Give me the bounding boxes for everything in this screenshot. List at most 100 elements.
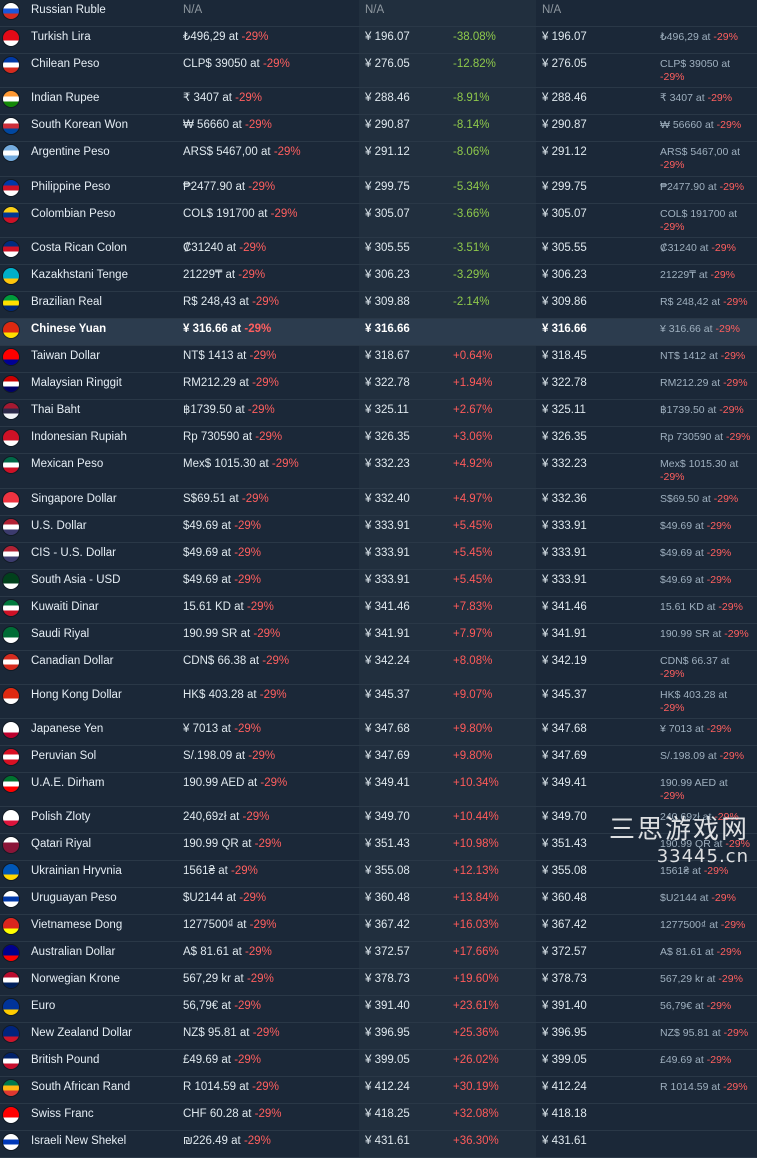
at-label: at (695, 1000, 704, 1012)
currency-name: Chilean Peso (31, 54, 179, 88)
price-difference: +36.30% (453, 1131, 536, 1158)
price-value: COL$ 191700 (183, 208, 255, 220)
discount-badge: -29% (262, 655, 289, 667)
table-row: Indian Rupee₹ 3407 at -29%¥ 288.46-8.91%… (0, 88, 757, 115)
flag-cell (0, 115, 31, 142)
flag-cell (0, 773, 31, 807)
watermark-text: 三思游戏网 (609, 809, 749, 846)
at-label: at (221, 723, 231, 735)
cny-price-alt: ¥ 347.69 (536, 746, 660, 773)
local-price: ₱2477.90 at -29% (179, 177, 359, 204)
price-difference: +9.07% (453, 685, 536, 719)
cny-value: ¥ 360.48 (365, 892, 410, 904)
flag-cell (0, 861, 31, 888)
cny-value: ¥ 326.35 (365, 431, 410, 443)
il-flag-icon (3, 1134, 19, 1150)
cny-price: ¥ 349.41 (359, 773, 453, 807)
cny-price-alt: ¥ 326.35 (536, 427, 660, 454)
table-row: Turkish Lira₺496,29 at -29%¥ 196.07-38.0… (0, 27, 757, 54)
watermark-url: 33445.cn (609, 846, 749, 867)
price-alt-value: 21229₸ (660, 269, 696, 281)
local-price-alt: ₱2477.90 at -29% (660, 177, 757, 204)
currency-name: Kuwaiti Dinar (31, 597, 179, 624)
at-label: at (221, 574, 231, 586)
discount-badge: -29% (253, 628, 280, 640)
local-price: ¥ 316.66 at -29% (179, 319, 359, 346)
price-value: £49.69 (183, 1054, 218, 1066)
cny-value: ¥ 299.75 (365, 181, 410, 193)
flag-cell (0, 454, 31, 489)
co-flag-icon (3, 207, 19, 223)
cny-value: ¥ 305.55 (365, 242, 410, 254)
jp-flag-icon (3, 722, 19, 738)
table-row: Chinese Yuan¥ 316.66 at -29%¥ 316.66¥ 31… (0, 319, 757, 346)
cny-price-alt: ¥ 309.86 (536, 292, 660, 319)
discount-badge: -29% (707, 520, 732, 532)
flag-cell (0, 807, 31, 834)
cr-flag-icon (3, 241, 19, 257)
local-price: ₹ 3407 at -29% (179, 88, 359, 115)
local-price-alt: 1277500₫ at -29% (660, 915, 757, 942)
discount-badge: -29% (248, 750, 275, 762)
price-difference: +8.08% (453, 651, 536, 685)
table-row: Brazilian RealR$ 248,43 at -29%¥ 309.88-… (0, 292, 757, 319)
discount-badge: -29% (234, 547, 261, 559)
at-label: at (240, 1027, 250, 1039)
table-row: Norwegian Krone567,29 kr at -29%¥ 378.73… (0, 969, 757, 996)
price-difference: -8.14% (453, 115, 536, 142)
currency-name: British Pound (31, 1050, 179, 1077)
cny-value: ¥ 322.78 (365, 377, 410, 389)
price-difference: +30.19% (453, 1077, 536, 1104)
local-price: Mex$ 1015.30 at -29% (179, 454, 359, 489)
at-label: at (719, 777, 728, 789)
price-value: S/.198.09 (183, 750, 232, 762)
price-value: 240,69zł (183, 811, 226, 823)
cny-price-alt: ¥ 288.46 (536, 88, 660, 115)
price-difference: -3.29% (453, 265, 536, 292)
price-value: CDN$ 66.38 (183, 655, 246, 667)
cny-alt-value: N/A (542, 4, 561, 16)
cny-price-alt: ¥ 276.05 (536, 54, 660, 88)
at-label: at (241, 628, 251, 640)
difference-value: -3.29% (453, 269, 489, 281)
flag-cell (0, 265, 31, 292)
price-alt-value: ARS$ 5467,00 (660, 146, 728, 158)
flag-cell (0, 1077, 31, 1104)
at-label: at (695, 520, 704, 532)
at-label: at (707, 973, 716, 985)
currency-name: Singapore Dollar (31, 489, 179, 516)
flag-cell (0, 996, 31, 1023)
cny-price: ¥ 288.46 (359, 88, 453, 115)
local-price-alt: 190.99 SR at -29% (660, 624, 757, 651)
price-value: RM212.29 (183, 377, 236, 389)
cny-alt-value: ¥ 333.91 (542, 520, 587, 532)
currency-name: Indian Rupee (31, 88, 179, 115)
price-alt-value: Mex$ 1015.30 (660, 458, 727, 470)
cny-alt-value: ¥ 349.70 (542, 811, 587, 823)
cny-value: ¥ 333.91 (365, 547, 410, 559)
currency-name: Ukrainian Hryvnia (31, 861, 179, 888)
cny-alt-value: ¥ 316.66 (542, 323, 587, 335)
currency-name: Chinese Yuan (31, 319, 179, 346)
at-label: at (242, 431, 252, 443)
table-row: Saudi Riyal190.99 SR at -29%¥ 341.91+7.9… (0, 624, 757, 651)
difference-value: +9.07% (453, 689, 492, 701)
table-row: Israeli New Shekel₪226.49 at -29%¥ 431.6… (0, 1131, 757, 1158)
local-price-alt: A$ 81.61 at -29% (660, 942, 757, 969)
difference-value: -38.08% (453, 31, 496, 43)
difference-value: +9.80% (453, 723, 492, 735)
difference-value: -8.06% (453, 146, 489, 158)
cny-price: ¥ 347.69 (359, 746, 453, 773)
at-label: at (713, 628, 722, 640)
at-label: at (728, 208, 737, 220)
difference-value: -8.14% (453, 119, 489, 131)
price-alt-value: RM212.29 (660, 377, 708, 389)
cny-value: ¥ 332.23 (365, 458, 410, 470)
at-label: at (229, 493, 239, 505)
local-price-alt (660, 0, 757, 27)
price-value: CLP$ 39050 (183, 58, 247, 70)
cny-value: ¥ 288.46 (365, 92, 410, 104)
cny-alt-value: ¥ 333.91 (542, 547, 587, 559)
discount-badge: -29% (720, 750, 745, 762)
table-row: Kuwaiti Dinar15.61 KD at -29%¥ 341.46+7.… (0, 597, 757, 624)
